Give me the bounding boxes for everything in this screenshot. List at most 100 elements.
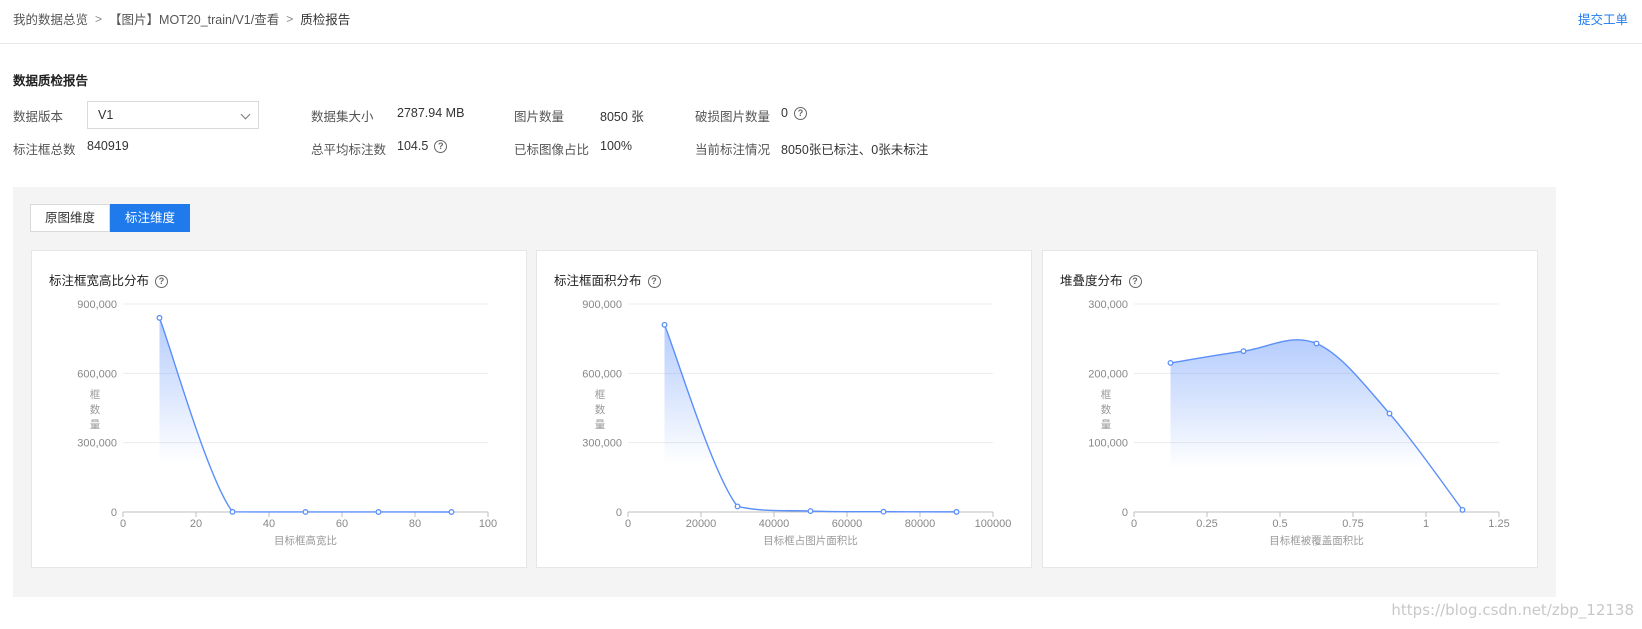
version-select[interactable]: V1 <box>87 101 259 129</box>
top-bar: 我的数据总览 > 【图片】MOT20_train/V1/查看 > 质检报告 提交… <box>0 0 1642 44</box>
y-axis-label-char: 数 <box>595 403 606 416</box>
data-point[interactable] <box>1240 348 1247 355</box>
labeled-ratio-value: 100% <box>600 139 632 153</box>
y-tick-label: 900,000 <box>77 299 117 311</box>
version-label: 数据版本 <box>13 110 64 124</box>
area-fill <box>1170 339 1463 512</box>
x-tick-label: 0 <box>120 518 126 530</box>
data-point[interactable] <box>156 314 163 321</box>
image-count-label: 图片数量 <box>514 110 565 124</box>
y-axis-label-char: 数 <box>1101 403 1112 416</box>
chevron-down-icon <box>240 109 251 120</box>
avg-box-label: 总平均标注数 <box>311 143 387 157</box>
data-point[interactable] <box>448 509 455 515</box>
data-point[interactable] <box>880 508 887 515</box>
data-point[interactable] <box>1167 359 1174 366</box>
breadcrumb-item-dataset[interactable]: 【图片】MOT20_train/V1/查看 <box>109 9 279 28</box>
x-tick-label: 1 <box>1423 518 1429 530</box>
avg-box-wrap: 104.5? <box>397 139 448 154</box>
x-tick-label: 20 <box>190 518 202 530</box>
x-tick-label: 40 <box>263 518 275 530</box>
data-point[interactable] <box>807 508 814 515</box>
x-tick-label: 20000 <box>686 518 717 530</box>
y-axis-label-char: 框 <box>595 388 606 401</box>
y-tick-label: 200,000 <box>1088 368 1128 380</box>
data-point[interactable] <box>229 508 236 515</box>
question-circle-icon[interactable]: ? <box>434 140 448 154</box>
data-point[interactable] <box>953 508 960 515</box>
box-total-value: 840919 <box>87 139 129 153</box>
broken-count-value: 0 <box>781 106 788 120</box>
chart-card-aspect-ratio: 标注框宽高比分布? 0 300,000 600,000 900,000 0 20 40 60 8… <box>31 250 527 568</box>
y-axis-label-char: 量 <box>595 419 606 431</box>
y-axis-label-char: 数 <box>90 403 101 416</box>
broken-count-label: 破损图片数量 <box>695 110 771 124</box>
y-tick-label: 600,000 <box>582 368 622 380</box>
y-axis-label-char: 量 <box>90 419 101 431</box>
chart-svg: 0 100,000 200,000 300,000 0 0.25 0.5 0.75 1 1.25 目… <box>1088 299 1509 547</box>
avg-box-value: 104.5 <box>397 139 429 153</box>
x-axis-label: 目标框占图片面积比 <box>763 534 858 547</box>
y-tick-label: 0 <box>111 507 117 519</box>
x-tick-label: 40000 <box>759 518 790 530</box>
watermark: https://blog.csdn.net/zbp_12138 <box>1391 601 1634 619</box>
y-tick-label: 300,000 <box>77 438 117 450</box>
y-axis-label-char: 框 <box>90 388 101 401</box>
x-tick-label: 100000 <box>975 518 1012 530</box>
chart-svg: 0 300,000 600,000 900,000 0 20 40 60 80 100 目标框高宽比… <box>77 299 497 547</box>
question-circle-icon[interactable]: ? <box>793 107 807 121</box>
y-tick-label: 900,000 <box>582 299 622 311</box>
y-tick-label: 0 <box>616 507 622 519</box>
breadcrumb-item-current: 质检报告 <box>300 13 351 27</box>
x-axis-label: 目标框高宽比 <box>274 534 337 547</box>
y-tick-label: 0 <box>1122 507 1128 519</box>
status-value: 8050张已标注、0张未标注 <box>781 143 929 157</box>
submit-ticket-link[interactable]: 提交工单 <box>1578 9 1628 28</box>
status-label: 当前标注情况 <box>695 143 771 157</box>
data-point[interactable] <box>734 503 741 510</box>
data-point[interactable] <box>375 509 382 515</box>
data-point[interactable] <box>302 509 309 515</box>
y-tick-label: 100,000 <box>1088 438 1128 450</box>
data-point[interactable] <box>1313 340 1320 347</box>
y-axis-label-char: 量 <box>1101 419 1112 431</box>
y-tick-label: 600,000 <box>77 368 117 380</box>
breadcrumb: 我的数据总览 > 【图片】MOT20_train/V1/查看 > 质检报告 <box>13 9 350 28</box>
chart-card-overlap: 堆叠度分布? 0 100,000 200,000 300,000 0 0.25 0.5 0.7… <box>1042 250 1538 568</box>
box-total-label: 标注框总数 <box>13 143 76 157</box>
breadcrumb-item-overview[interactable]: 我的数据总览 <box>13 9 88 28</box>
x-tick-label: 0.5 <box>1272 518 1287 530</box>
chart-svg: 0 300,000 600,000 900,000 0 20000 40000 60000 80… <box>582 299 1012 547</box>
data-point[interactable] <box>661 321 668 328</box>
chart-card-box-area: 标注框面积分布? 0 300,000 600,000 900,000 0 20000 400… <box>536 250 1032 568</box>
x-tick-label: 0.25 <box>1196 518 1217 530</box>
dimension-tabs: 原图维度 标注维度 <box>30 204 191 232</box>
x-tick-label: 0 <box>1131 518 1137 530</box>
image-count-value: 8050 张 <box>600 110 644 124</box>
x-tick-label: 100 <box>479 518 497 530</box>
version-select-value: V1 <box>98 108 114 122</box>
x-tick-label: 60000 <box>832 518 863 530</box>
dataset-size-label: 数据集大小 <box>311 110 374 124</box>
x-tick-label: 60 <box>336 518 348 530</box>
y-tick-label: 300,000 <box>582 438 622 450</box>
breadcrumb-separator-icon: > <box>286 11 294 26</box>
x-tick-label: 1.25 <box>1488 518 1509 530</box>
page-title: 数据质检报告 <box>13 74 89 88</box>
x-tick-label: 0.75 <box>1342 518 1363 530</box>
breadcrumb-separator-icon: > <box>95 11 103 26</box>
area-fill <box>159 317 452 512</box>
x-tick-label: 80 <box>409 518 421 530</box>
x-axis-label: 目标框被覆盖面积比 <box>1269 534 1364 547</box>
labeled-ratio-label: 已标图像占比 <box>514 143 590 157</box>
tab-original-dimension[interactable]: 原图维度 <box>30 204 111 232</box>
data-point[interactable] <box>1386 410 1393 417</box>
area-fill <box>664 324 957 512</box>
x-tick-label: 0 <box>625 518 631 530</box>
broken-count-wrap: 0? <box>781 106 807 121</box>
dataset-size-value: 2787.94 MB <box>397 106 465 120</box>
data-point[interactable] <box>1459 506 1466 513</box>
tab-annotation-dimension[interactable]: 标注维度 <box>110 204 191 232</box>
y-axis-label-char: 框 <box>1101 388 1112 401</box>
x-tick-label: 80000 <box>905 518 936 530</box>
